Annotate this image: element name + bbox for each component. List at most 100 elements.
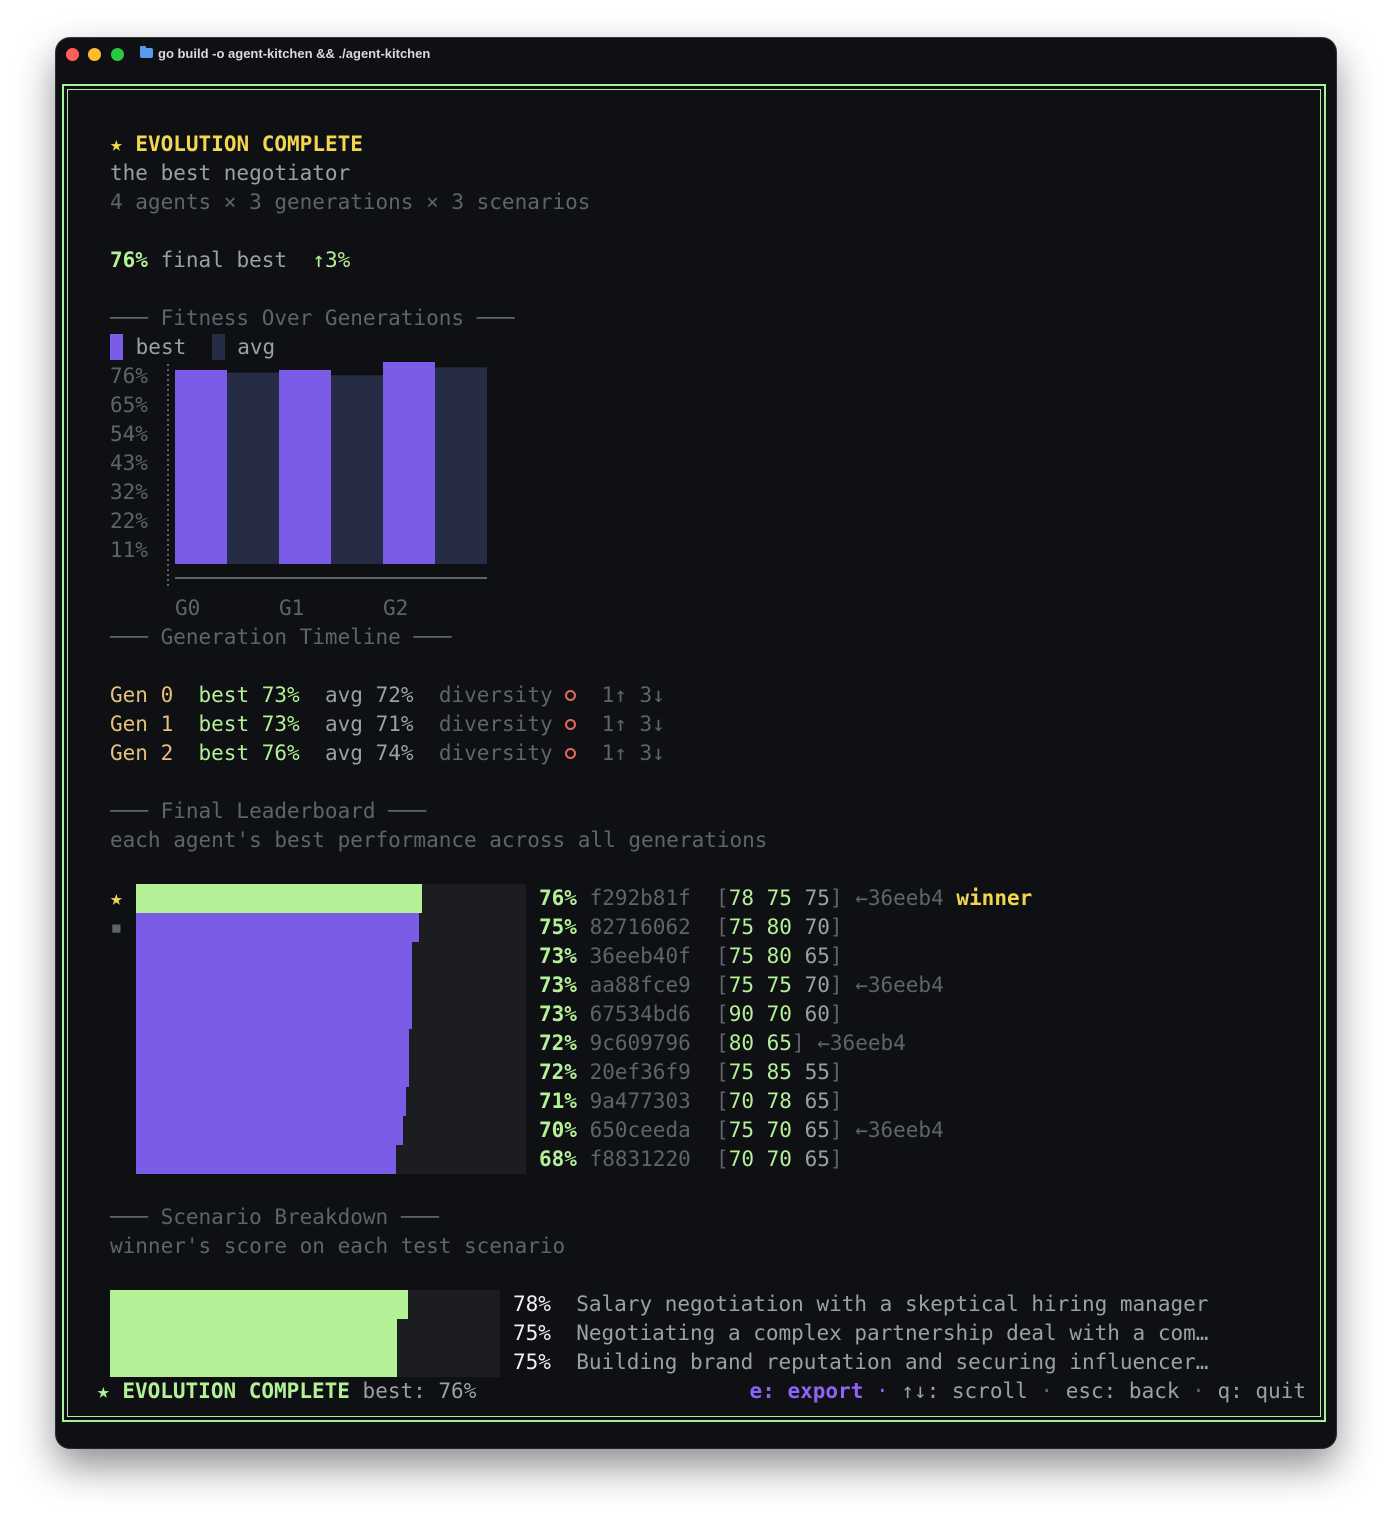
- score-2: 85: [766, 1060, 792, 1084]
- score-1: 70: [728, 1147, 754, 1171]
- score-3: 55: [804, 1060, 830, 1084]
- leaderboard-row[interactable]: 68% f8831220 [70 70 65]: [539, 1145, 843, 1174]
- status-bar-left: ★ EVOLUTION COMPLETE best: 76%: [97, 1377, 476, 1406]
- timeline-row: Gen 2 best 76% avg 74% diversity 1↑ 3↓: [110, 739, 665, 768]
- agent-pct: 73%: [539, 973, 577, 997]
- score-1: 70: [728, 1089, 754, 1113]
- scenario-pct: 78%: [513, 1292, 551, 1316]
- parent-ref: ←36eeb4: [817, 1031, 906, 1055]
- bar-best-G2: [383, 362, 435, 564]
- score-1: 90: [728, 1002, 754, 1026]
- best-value: 73%: [261, 683, 300, 707]
- quit-key-hint[interactable]: q: quit: [1217, 1379, 1306, 1403]
- bar-avg-G1: [331, 375, 383, 564]
- leaderboard-row[interactable]: 76% f292b81f [78 75 75] ←36eeb4 winner: [539, 884, 1032, 913]
- score-2: 80: [766, 944, 792, 968]
- score-1: 80: [728, 1031, 754, 1055]
- leaderboard-row[interactable]: 70% 650ceeda [75 70 65] ←36eeb4: [539, 1116, 944, 1145]
- scenario-subtitle: winner's score on each test scenario: [110, 1234, 566, 1258]
- leaderboard-row[interactable]: 71% 9a477303 [70 78 65]: [539, 1087, 843, 1116]
- scenario-row: 75% Building brand reputation and securi…: [513, 1348, 1208, 1377]
- parent-ref: ←36eeb4: [855, 973, 944, 997]
- agent-pct: 73%: [539, 944, 577, 968]
- score-3: 60: [804, 1002, 830, 1026]
- leaderboard-section-heading: ─── Final Leaderboard ───: [110, 799, 427, 823]
- leaderboard-bar: [136, 913, 419, 942]
- score-1: 75: [728, 973, 754, 997]
- agent-pct: 73%: [539, 1002, 577, 1026]
- scenario-row: 75% Negotiating a complex partnership de…: [513, 1319, 1208, 1348]
- leaderboard-bar: [136, 1029, 409, 1058]
- scenario-section-heading: ─── Scenario Breakdown ───: [110, 1205, 439, 1229]
- leaderboard-row[interactable]: 73% aa88fce9 [75 75 70] ←36eeb4: [539, 971, 944, 1000]
- winner-badge: winner: [956, 886, 1033, 910]
- bar-avg-G2: [435, 367, 487, 564]
- score-1: 78: [728, 886, 754, 910]
- back-key-hint[interactable]: esc: back: [1066, 1379, 1180, 1403]
- status-title: EVOLUTION COMPLETE: [122, 1379, 350, 1403]
- status-best: best: 76%: [362, 1379, 477, 1403]
- score-1: 75: [728, 944, 754, 968]
- scenario-bar: [110, 1348, 397, 1377]
- score-3: 65: [804, 1147, 830, 1171]
- diversity-circle-icon: [565, 690, 577, 701]
- leaderboard-row[interactable]: 73% 36eeb40f [75 80 65]: [539, 942, 843, 971]
- leaderboard-bar: [136, 884, 422, 913]
- status-bar-keys: e: export · ↑↓: scroll · esc: back · q: …: [749, 1379, 1306, 1403]
- best-label: best: [198, 683, 250, 707]
- moves: 1↑ 3↓: [601, 712, 665, 736]
- export-key-hint[interactable]: e: export: [750, 1379, 864, 1403]
- terminal-window: go build -o agent-kitchen && ./agent-kit…: [56, 38, 1336, 1448]
- avg-label: avg: [324, 741, 363, 765]
- scroll-key-hint[interactable]: ↑↓: scroll: [901, 1379, 1027, 1403]
- leaderboard-row[interactable]: 72% 9c609796 [80 65] ←36eeb4: [539, 1029, 906, 1058]
- agent-pct: 76%: [539, 886, 577, 910]
- timeline-section-heading: ─── Generation Timeline ───: [110, 625, 452, 649]
- score-3: 70: [804, 973, 830, 997]
- runner-up-marker-icon: ▪: [110, 915, 123, 939]
- avg-label: avg: [324, 683, 363, 707]
- avg-value: 71%: [375, 712, 414, 736]
- best-value: 76%: [261, 741, 300, 765]
- agent-pct: 72%: [539, 1031, 577, 1055]
- leaderboard-bar: [136, 1000, 412, 1029]
- agent-id: f292b81f: [589, 886, 691, 910]
- agent-pct: 71%: [539, 1089, 577, 1113]
- diversity-label: diversity: [438, 683, 553, 707]
- agent-pct: 70%: [539, 1118, 577, 1142]
- diversity-circle-icon: [565, 748, 577, 759]
- score-2: 75: [766, 886, 792, 910]
- agent-id: aa88fce9: [589, 973, 691, 997]
- leaderboard-row[interactable]: 75% 82716062 [75 80 70]: [539, 913, 843, 942]
- timeline-row: Gen 0 best 73% avg 72% diversity 1↑ 3↓: [110, 681, 665, 710]
- avg-value: 74%: [375, 741, 414, 765]
- scenario-label: Building brand reputation and securing i…: [576, 1350, 1209, 1374]
- score-1: 75: [728, 1118, 754, 1142]
- gen-label: Gen 1: [110, 712, 174, 736]
- score-2: 70: [766, 1147, 792, 1171]
- agent-id: 9c609796: [589, 1031, 691, 1055]
- score-3: 70: [804, 915, 830, 939]
- status-star-icon: ★: [97, 1379, 110, 1403]
- leaderboard-row[interactable]: 73% 67534bd6 [90 70 60]: [539, 1000, 843, 1029]
- leaderboard-subtitle: each agent's best performance across all…: [110, 828, 768, 852]
- agent-id: 20ef36f9: [589, 1060, 691, 1084]
- score-3: 75: [804, 886, 830, 910]
- timeline-row: Gen 1 best 73% avg 71% diversity 1↑ 3↓: [110, 710, 665, 739]
- scenario-label: Negotiating a complex partnership deal w…: [576, 1321, 1209, 1345]
- leaderboard-row[interactable]: 72% 20ef36f9 [75 85 55]: [539, 1058, 843, 1087]
- agent-pct: 68%: [539, 1147, 577, 1171]
- scenario-bar: [110, 1319, 397, 1348]
- scenario-row: 78% Salary negotiation with a skeptical …: [513, 1290, 1208, 1319]
- score-2: 70: [766, 1118, 792, 1142]
- leaderboard-bar: [136, 942, 412, 971]
- score-1: 75: [728, 915, 754, 939]
- agent-id: f8831220: [589, 1147, 691, 1171]
- parent-ref: ←36eeb4: [855, 1118, 944, 1142]
- agent-id: 9a477303: [589, 1089, 691, 1113]
- score-3: 65: [804, 1118, 830, 1142]
- gen-label: Gen 0: [110, 683, 174, 707]
- agent-id: 82716062: [589, 915, 691, 939]
- diversity-label: diversity: [438, 712, 553, 736]
- score-2: 70: [766, 1002, 792, 1026]
